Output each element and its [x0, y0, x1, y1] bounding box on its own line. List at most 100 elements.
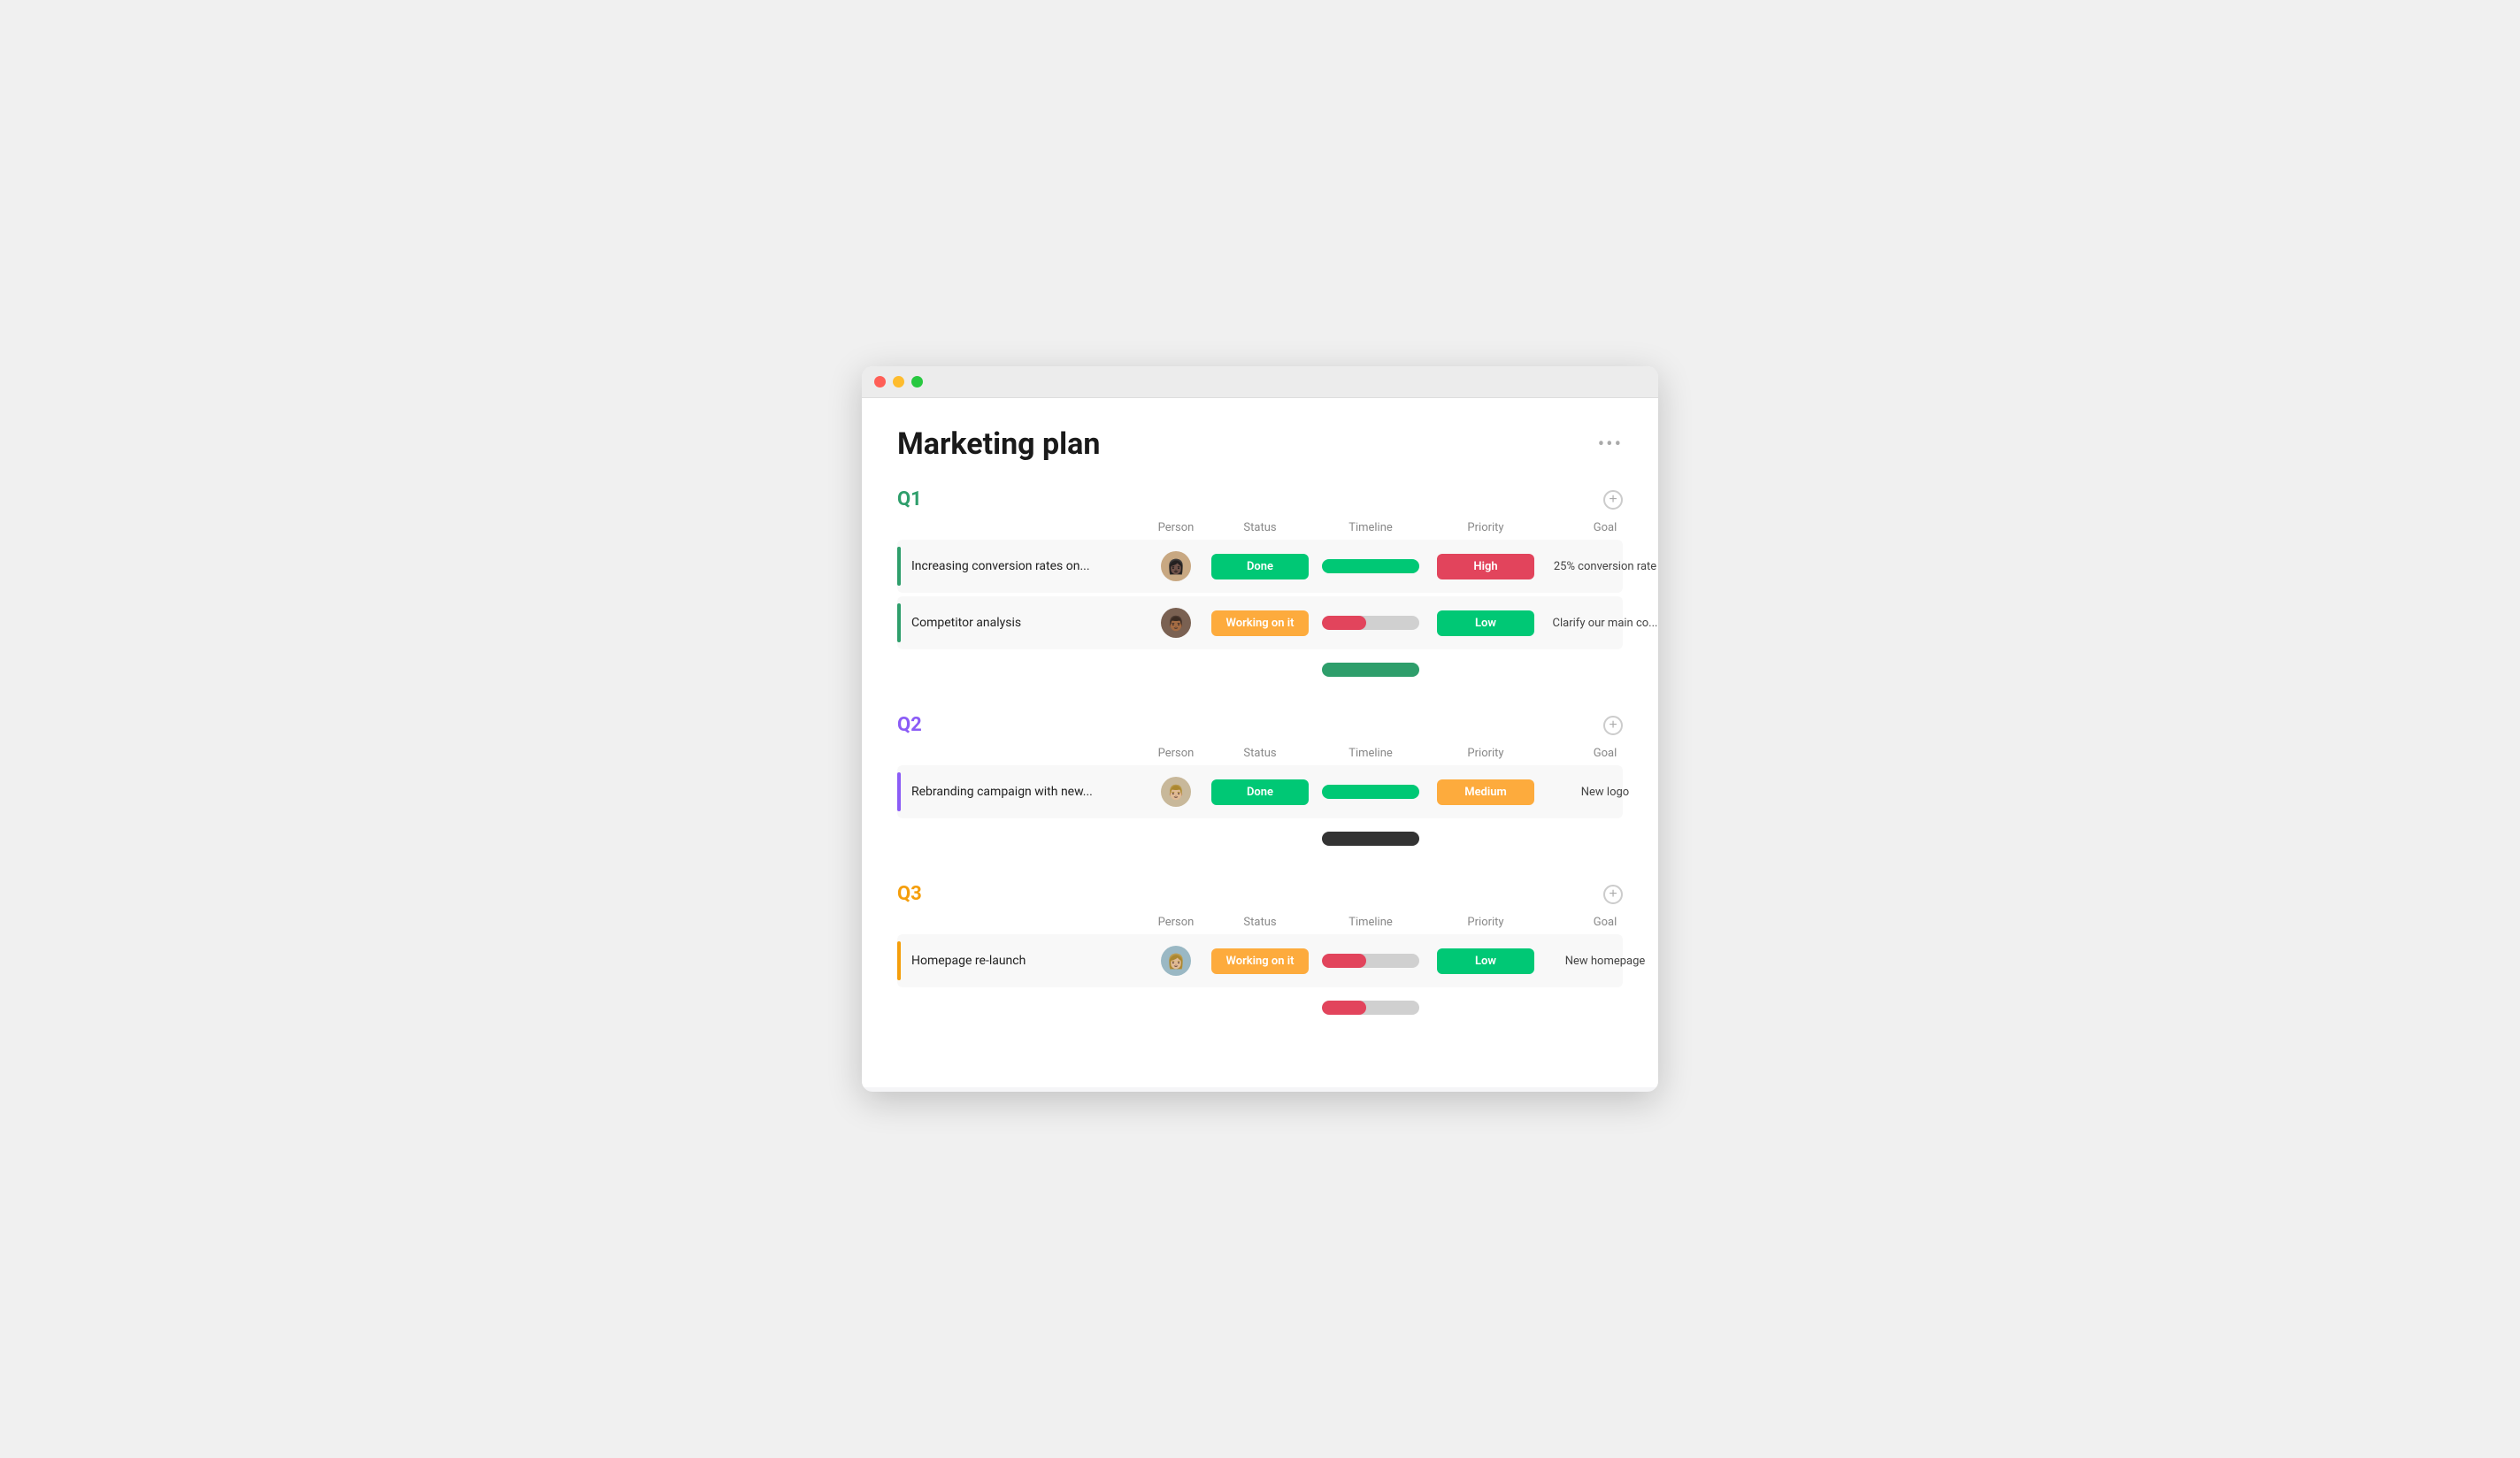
avatar: 👩🏿: [1161, 551, 1191, 581]
task-name: Homepage re-launch: [911, 954, 1026, 968]
task-cell: Increasing conversion rates on...: [897, 540, 1145, 593]
goal-cell: New logo: [1543, 779, 1658, 806]
column-headers: PersonStatusTimelinePriorityGoalBudget: [897, 743, 1623, 764]
main-content: Marketing plan ••• Q1+PersonStatusTimeli…: [862, 398, 1658, 1087]
status-badge: Working on it: [1211, 948, 1309, 974]
app-window: Marketing plan ••• Q1+PersonStatusTimeli…: [862, 366, 1658, 1092]
col-header-2: Status: [1207, 521, 1313, 534]
priority-cell[interactable]: Low: [1428, 941, 1543, 981]
person-cell: 👨🏼: [1145, 770, 1207, 814]
sum-timeline-bar: [1322, 1001, 1419, 1015]
status-cell[interactable]: Done: [1207, 772, 1313, 812]
priority-cell[interactable]: Low: [1428, 603, 1543, 643]
avatar: 👨🏼: [1161, 777, 1191, 807]
timeline-bar-partial: [1322, 954, 1419, 968]
timeline-bar: [1322, 559, 1419, 573]
status-badge: Working on it: [1211, 610, 1309, 636]
timeline-cell: [1313, 552, 1428, 580]
status-cell[interactable]: Working on it: [1207, 603, 1313, 643]
col-header-4: Priority: [1428, 521, 1543, 534]
table-row[interactable]: Rebranding campaign with new... 👨🏼 Done Med…: [897, 765, 1623, 818]
table-row[interactable]: Homepage re-launch👩🏼Working on itLowNew …: [897, 934, 1623, 987]
col-header-3: Timeline: [1313, 916, 1428, 929]
table-row[interactable]: Increasing conversion rates on... 👩🏿 Done H…: [897, 540, 1623, 593]
col-header-5: Goal: [1543, 916, 1658, 929]
timeline-bar-partial: [1322, 616, 1419, 630]
status-cell[interactable]: Working on it: [1207, 941, 1313, 981]
add-item-button[interactable]: +: [1603, 885, 1623, 904]
priority-badge: Low: [1437, 948, 1534, 974]
timeline-fill: [1322, 954, 1366, 968]
sum-timeline-cell: [1313, 663, 1428, 677]
goal-cell: Clarify our main co...: [1543, 610, 1658, 637]
task-border-indicator: [897, 603, 901, 642]
col-header-3: Timeline: [1313, 521, 1428, 534]
col-header-1: Person: [1145, 747, 1207, 760]
col-header-4: Priority: [1428, 747, 1543, 760]
col-header-3: Timeline: [1313, 747, 1428, 760]
minimize-button[interactable]: [893, 376, 904, 388]
sum-timeline-fill: [1322, 1001, 1366, 1015]
task-border-indicator: [897, 941, 901, 980]
add-item-button[interactable]: +: [1603, 716, 1623, 735]
page-header: Marketing plan •••: [897, 426, 1623, 462]
sum-timeline-cell: [1313, 832, 1428, 846]
status-cell[interactable]: Done: [1207, 547, 1313, 587]
avatar: 👩🏼: [1161, 946, 1191, 976]
col-header-1: Person: [1145, 521, 1207, 534]
goal-text: 25% conversion rate: [1554, 560, 1656, 573]
priority-cell[interactable]: High: [1428, 547, 1543, 587]
section-q2: Q2+ PersonStatusTimelinePriorityGoalBudge…: [897, 714, 1623, 855]
section-title-q1: Q1: [897, 488, 922, 510]
goal-text: Clarify our main co...: [1553, 617, 1658, 630]
sum-row: $3,000sum: [897, 822, 1623, 855]
col-header-5: Goal: [1543, 747, 1658, 760]
person-cell: 👨🏾: [1145, 601, 1207, 645]
titlebar: [862, 366, 1658, 398]
timeline-cell: [1313, 947, 1428, 975]
column-headers: PersonStatusTimelinePriorityGoalBudget: [897, 912, 1623, 932]
task-name: Competitor analysis: [911, 616, 1021, 630]
timeline-cell: [1313, 609, 1428, 637]
col-header-0: [897, 521, 1145, 534]
sum-timeline-bar: [1322, 832, 1419, 846]
maximize-button[interactable]: [911, 376, 923, 388]
priority-badge: Medium: [1437, 779, 1534, 805]
section-header-q3: Q3 +: [897, 883, 1623, 905]
section-title-q3: Q3: [897, 883, 922, 905]
task-name: Increasing conversion rates on...: [911, 559, 1090, 573]
priority-badge: Low: [1437, 610, 1534, 636]
timeline-fill: [1322, 616, 1366, 630]
sum-row: $4,550sum: [897, 991, 1623, 1024]
task-cell: Rebranding campaign with new...: [897, 765, 1145, 818]
col-header-0: [897, 747, 1145, 760]
goal-text: New homepage: [1565, 955, 1646, 968]
task-border-indicator: [897, 772, 901, 811]
task-border-indicator: [897, 547, 901, 586]
section-header-q1: Q1 +: [897, 488, 1623, 510]
status-badge: Done: [1211, 554, 1309, 579]
section-q3: Q3 + PersonStatusTimelinePriorityGoalBudge…: [897, 883, 1623, 1024]
status-badge: Done: [1211, 779, 1309, 805]
add-item-button[interactable]: +: [1603, 490, 1623, 510]
section-header-q2: Q2+: [897, 714, 1623, 736]
goal-text: New logo: [1581, 786, 1629, 799]
sum-timeline-cell: [1313, 1001, 1428, 1015]
table-row[interactable]: Competitor analysis👨🏾Working on itLowCla…: [897, 596, 1623, 649]
priority-badge: High: [1437, 554, 1534, 579]
priority-cell[interactable]: Medium: [1428, 772, 1543, 812]
timeline-cell: [1313, 778, 1428, 806]
sum-row: $6,200sum: [897, 653, 1623, 686]
sum-timeline-bar: [1322, 663, 1419, 677]
close-button[interactable]: [874, 376, 886, 388]
page-title: Marketing plan: [897, 426, 1100, 462]
task-name: Rebranding campaign with new...: [911, 785, 1093, 799]
person-cell: 👩🏼: [1145, 939, 1207, 983]
more-options-button[interactable]: •••: [1598, 426, 1623, 456]
sections-container: Q1 + PersonStatusTimelinePriorityGoalBudge…: [897, 488, 1623, 1024]
col-header-0: [897, 916, 1145, 929]
timeline-bar: [1322, 785, 1419, 799]
col-header-2: Status: [1207, 916, 1313, 929]
col-header-1: Person: [1145, 916, 1207, 929]
goal-cell: New homepage: [1543, 948, 1658, 975]
